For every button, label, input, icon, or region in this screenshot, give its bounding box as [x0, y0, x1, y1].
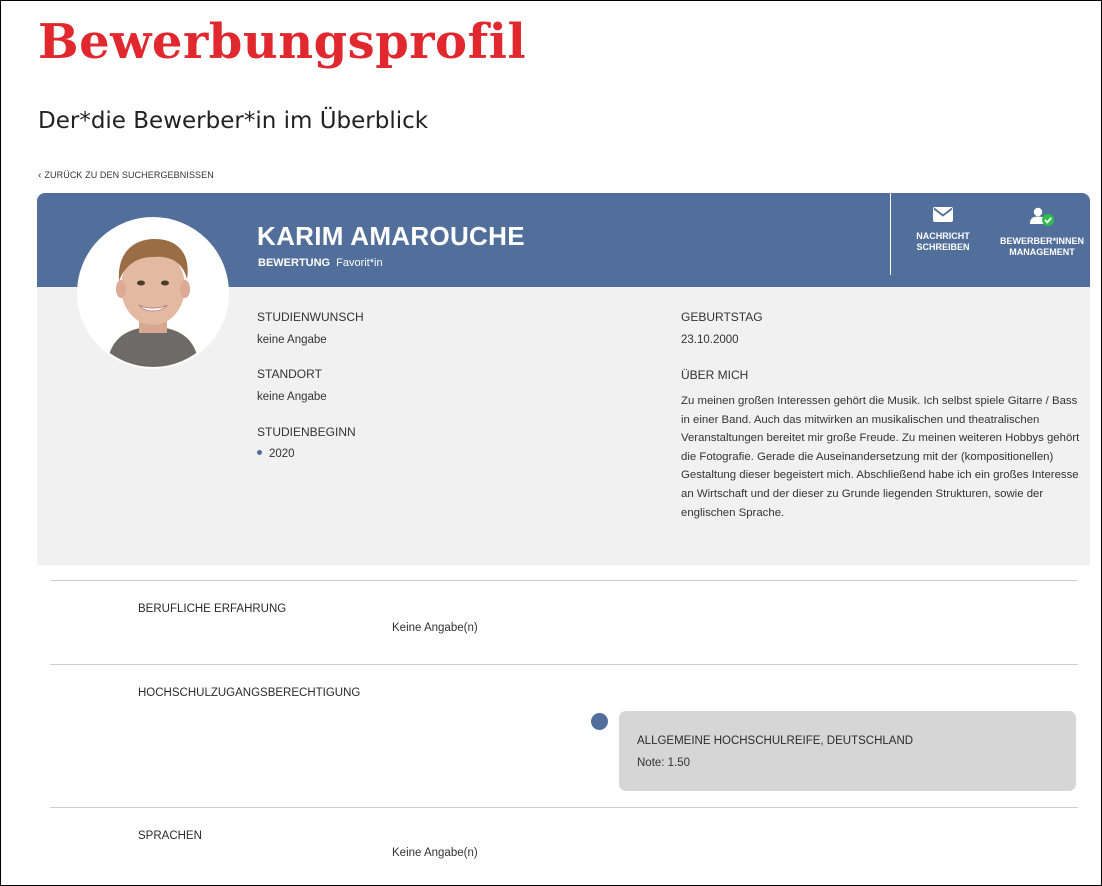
ueber-mich-label: ÜBER MICH: [681, 368, 749, 382]
envelope-icon: [903, 207, 983, 225]
applicant-avatar: [77, 217, 229, 369]
management-label-line2: MANAGEMENT: [1009, 247, 1075, 257]
page-subtitle: Der*die Bewerber*in im Überblick: [38, 108, 429, 134]
hzb-title: HOCHSCHULZUGANGSBERECHTIGUNG: [138, 687, 361, 699]
write-message-button[interactable]: NACHRICHT SCHREIBEN: [903, 207, 983, 253]
section-divider: [50, 580, 1078, 581]
bullet-icon: [257, 450, 262, 456]
back-link-label: ZURÜCK ZU DEN SUCHERGEBNISSEN: [44, 170, 214, 180]
experience-title: BERUFLICHE ERFAHRUNG: [138, 603, 287, 615]
applicant-profile-card: KARIM AMAROUCHE BEWERTUNG Favorit*in NACH…: [37, 193, 1090, 565]
chevron-left-icon: ‹: [38, 170, 42, 181]
section-divider: [50, 807, 1078, 808]
hzb-entry-card: ALLGEMEINE HOCHSCHULREIFE, DEUTSCHLAND N…: [619, 711, 1076, 791]
management-label-line1: BEWERBER*INNEN: [999, 236, 1084, 246]
hzb-entry-title: ALLGEMEINE HOCHSCHULREIFE, DEUTSCHLAND: [637, 735, 914, 747]
hzb-entry-note: Note: 1.50: [637, 757, 691, 769]
timeline-dot: [591, 713, 608, 730]
user-photo: [79, 219, 227, 367]
languages-value: Keine Angabe(n): [392, 847, 478, 859]
standort-label: STANDORT: [257, 367, 322, 381]
studienbeginn-label: STUDIENBEGINN: [257, 425, 356, 439]
back-to-results-link[interactable]: ‹ ZURÜCK ZU DEN SUCHERGEBNISSEN: [38, 170, 214, 181]
languages-title: SPRACHEN: [138, 830, 202, 842]
actions-divider: [890, 193, 891, 275]
studienwunsch-label: STUDIENWUNSCH: [257, 310, 364, 324]
geburtstag-label: GEBURTSTAG: [681, 310, 763, 324]
page-title: Bewerbungsprofil: [38, 14, 527, 70]
studienbeginn-item: 2020: [257, 448, 295, 460]
standort-value: keine Angabe: [257, 391, 327, 403]
studienbeginn-value: 2020: [269, 448, 295, 460]
rating: BEWERTUNG Favorit*in: [258, 257, 383, 269]
experience-value: Keine Angabe(n): [392, 622, 478, 634]
rating-value: Favorit*in: [336, 257, 383, 269]
message-label-line2: SCHREIBEN: [916, 242, 970, 252]
user-check-icon: [995, 207, 1089, 230]
ueber-mich-text: Zu meinen großen Interessen gehört die M…: [681, 395, 1080, 519]
message-label-line1: NACHRICHT: [916, 231, 970, 241]
studienwunsch-value: keine Angabe: [257, 334, 327, 346]
applicant-management-button[interactable]: BEWERBER*INNEN MANAGEMENT: [995, 207, 1089, 258]
rating-label: BEWERTUNG: [258, 257, 331, 269]
geburtstag-value: 23.10.2000: [681, 334, 739, 346]
applicant-name: KARIM AMAROUCHE: [257, 221, 525, 251]
section-divider: [50, 664, 1078, 665]
